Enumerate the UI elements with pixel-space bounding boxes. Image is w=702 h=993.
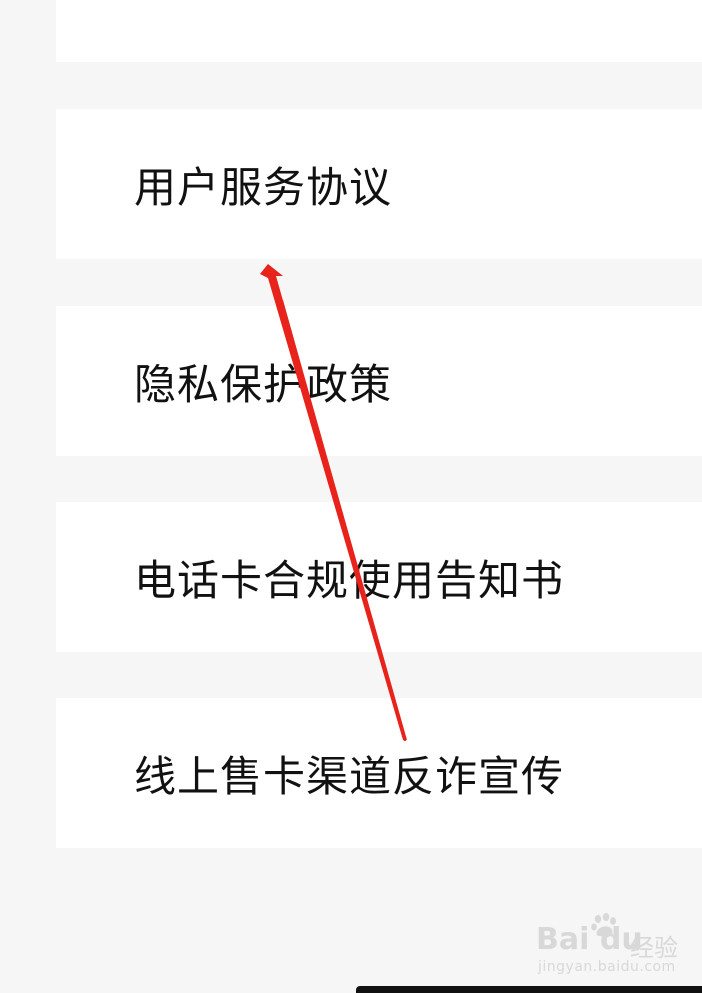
menu-item-anti-fraud-notice[interactable]: 线上售卡渠道反诈宣传 bbox=[56, 698, 702, 848]
menu-item-label: 隐私保护政策 bbox=[134, 359, 393, 409]
home-indicator-bar bbox=[356, 986, 702, 993]
baidu-jingyan-watermark: Bai du 经验 jingyan.baidu.com bbox=[536, 912, 686, 978]
top-card bbox=[56, 0, 702, 62]
menu-item-label: 电话卡合规使用告知书 bbox=[134, 555, 565, 605]
watermark-url: jingyan.baidu.com bbox=[538, 959, 676, 975]
menu-item-privacy-policy[interactable]: 隐私保护政策 bbox=[56, 306, 702, 456]
menu-item-label: 线上售卡渠道反诈宣传 bbox=[134, 751, 565, 801]
menu-item-label: 用户服务协议 bbox=[134, 162, 393, 212]
paw-icon bbox=[591, 913, 616, 937]
menu-item-sim-compliance-notice[interactable]: 电话卡合规使用告知书 bbox=[56, 502, 702, 652]
watermark-cn-text: 经验 bbox=[630, 934, 678, 962]
menu-item-user-service-agreement[interactable]: 用户服务协议 bbox=[56, 109, 702, 259]
